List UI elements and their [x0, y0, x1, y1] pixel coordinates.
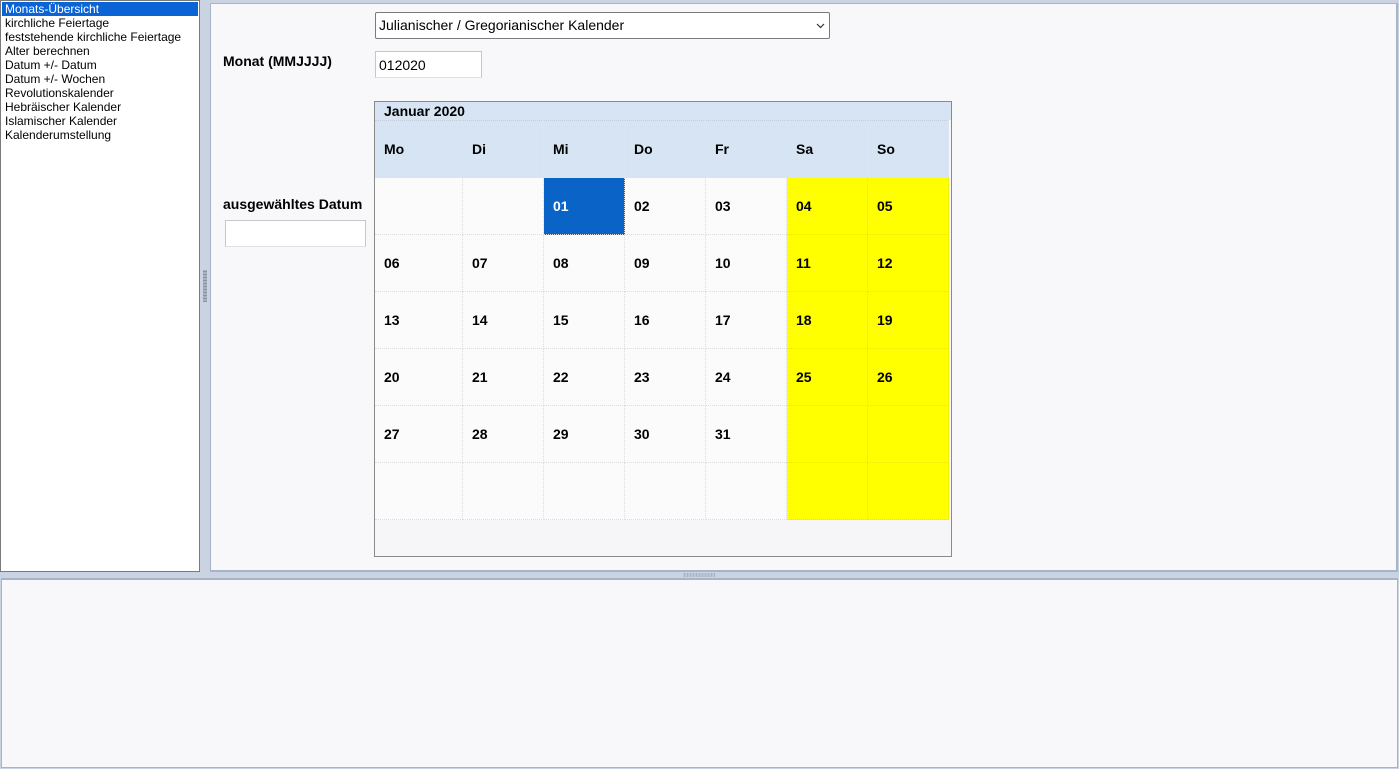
list-item-feststehende-feiertage[interactable]: feststehende kirchliche Feiertage — [2, 30, 198, 44]
weekday-header-mi: Mi — [544, 120, 625, 178]
calendar-day-17[interactable]: 17 — [706, 292, 787, 349]
selected-date-field[interactable] — [225, 220, 366, 247]
list-item-kalenderumstellung[interactable]: Kalenderumstellung — [2, 128, 198, 142]
calendar-empty-cell[interactable] — [868, 406, 949, 463]
weekday-header-mo: Mo — [375, 120, 463, 178]
calendar-day-25[interactable]: 25 — [787, 349, 868, 406]
calendar-day-20[interactable]: 20 — [375, 349, 463, 406]
list-item-datum-wochen[interactable]: Datum +/- Wochen — [2, 72, 198, 86]
calendar-day-10[interactable]: 10 — [706, 235, 787, 292]
list-item-datum-datum[interactable]: Datum +/- Datum — [2, 58, 198, 72]
calendar-type-select-value: Julianischer / Gregorianischer Kalender — [379, 17, 625, 33]
selected-date-label: ausgewähltes Datum — [223, 196, 363, 212]
calendar-day-19[interactable]: 19 — [868, 292, 949, 349]
calendar-day-09[interactable]: 09 — [625, 235, 706, 292]
calendar-day-11[interactable]: 11 — [787, 235, 868, 292]
calendar-day-26[interactable]: 26 — [868, 349, 949, 406]
calendar-day-18[interactable]: 18 — [787, 292, 868, 349]
month-calendar: Januar 2020 Mo Di Mi Do Fr Sa So 01 02 03 04 05 06 07… — [374, 101, 952, 557]
month-input[interactable] — [375, 51, 482, 78]
calendar-day-23[interactable]: 23 — [625, 349, 706, 406]
calendar-day-03[interactable]: 03 — [706, 178, 787, 235]
calendar-day-22[interactable]: 22 — [544, 349, 625, 406]
weekday-header-so: So — [868, 120, 949, 178]
list-item-monats-uebersicht[interactable]: Monats-Übersicht — [2, 2, 198, 16]
calendar-empty-cell[interactable] — [375, 463, 463, 520]
calendar-day-04[interactable]: 04 — [787, 178, 868, 235]
weekday-header-di: Di — [463, 120, 544, 178]
calendar-day-08[interactable]: 08 — [544, 235, 625, 292]
calendar-day-24[interactable]: 24 — [706, 349, 787, 406]
calendar-day-27[interactable]: 27 — [375, 406, 463, 463]
calendar-day-07[interactable]: 07 — [463, 235, 544, 292]
month-label: Monat (MMJJJJ) — [223, 53, 332, 69]
list-item-hebraeischer-kalender[interactable]: Hebräischer Kalender — [2, 100, 198, 114]
calendar-empty-cell[interactable] — [787, 463, 868, 520]
calendar-day-06[interactable]: 06 — [375, 235, 463, 292]
calendar-day-02[interactable]: 02 — [625, 178, 706, 235]
calendar-day-14[interactable]: 14 — [463, 292, 544, 349]
calendar-empty-cell[interactable] — [706, 463, 787, 520]
calendar-empty-cell[interactable] — [787, 406, 868, 463]
calendar-day-01[interactable]: 01 — [544, 178, 625, 235]
calendar-day-16[interactable]: 16 — [625, 292, 706, 349]
main-panel: Julianischer / Gregorianischer Kalender … — [210, 3, 1398, 572]
vertical-splitter-handle[interactable] — [200, 270, 210, 302]
calendar-title: Januar 2020 — [375, 102, 951, 120]
function-list[interactable]: Monats-Übersicht kirchliche Feiertage fe… — [0, 0, 200, 572]
calendar-day-05[interactable]: 05 — [868, 178, 949, 235]
calendar-day-29[interactable]: 29 — [544, 406, 625, 463]
calendar-day-28[interactable]: 28 — [463, 406, 544, 463]
horizontal-splitter-handle[interactable] — [683, 573, 715, 577]
weekday-header-sa: Sa — [787, 120, 868, 178]
calendar-empty-cell[interactable] — [544, 463, 625, 520]
calendar-day-12[interactable]: 12 — [868, 235, 949, 292]
calendar-day-21[interactable]: 21 — [463, 349, 544, 406]
weekday-header-do: Do — [625, 120, 706, 178]
list-item-islamischer-kalender[interactable]: Islamischer Kalender — [2, 114, 198, 128]
calendar-day-15[interactable]: 15 — [544, 292, 625, 349]
chevron-down-icon — [816, 23, 825, 29]
list-item-kirchliche-feiertage[interactable]: kirchliche Feiertage — [2, 16, 198, 30]
calendar-empty-cell[interactable] — [463, 178, 544, 235]
calendar-empty-cell[interactable] — [625, 463, 706, 520]
list-item-alter-berechnen[interactable]: Alter berechnen — [2, 44, 198, 58]
calendar-day-13[interactable]: 13 — [375, 292, 463, 349]
calendar-empty-cell[interactable] — [868, 463, 949, 520]
calendar-day-31[interactable]: 31 — [706, 406, 787, 463]
weekday-header-fr: Fr — [706, 120, 787, 178]
calendar-type-select[interactable]: Julianischer / Gregorianischer Kalender — [375, 12, 830, 39]
calendar-empty-cell[interactable] — [463, 463, 544, 520]
list-item-revolutionskalender[interactable]: Revolutionskalender — [2, 86, 198, 100]
calendar-empty-cell[interactable] — [375, 178, 463, 235]
output-panel — [1, 578, 1398, 768]
calendar-day-30[interactable]: 30 — [625, 406, 706, 463]
calendar-grid: Mo Di Mi Do Fr Sa So 01 02 03 04 05 06 07 08 09 10 11 12 13… — [375, 120, 949, 520]
